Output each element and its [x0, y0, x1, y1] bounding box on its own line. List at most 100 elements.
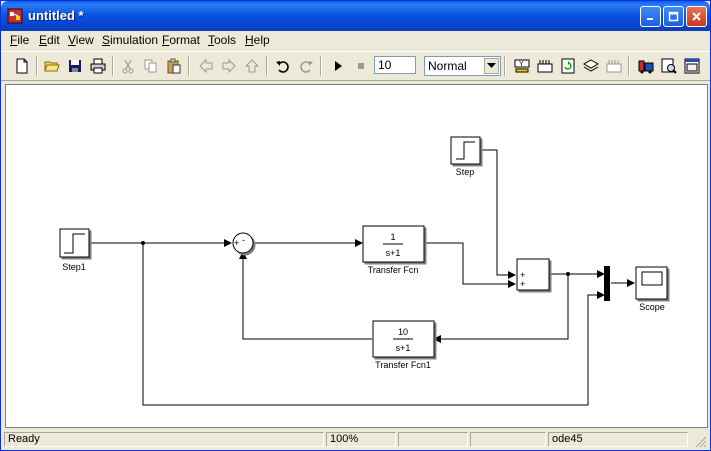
simulation-mode-value: Normal	[428, 59, 467, 73]
maximize-button[interactable]	[663, 6, 684, 27]
arrow-right-icon	[222, 58, 236, 74]
toolbar-separator	[504, 56, 506, 76]
layers-icon	[583, 59, 599, 72]
printer-icon	[90, 58, 106, 74]
chevron-down-icon[interactable]	[484, 58, 499, 74]
toolbar-separator	[112, 56, 114, 76]
toolbar-separator	[36, 56, 38, 76]
simulation-mode-select[interactable]: Normal	[424, 56, 501, 76]
status-ready: Ready	[4, 432, 324, 447]
start-simulation-button[interactable]	[328, 56, 348, 76]
paste-icon	[167, 58, 181, 74]
mux-block[interactable]	[604, 266, 610, 301]
branch-point	[141, 241, 145, 245]
debug-button[interactable]	[604, 56, 624, 76]
window-title: untitled *	[28, 8, 84, 23]
transfer-fcn-block[interactable]: 1 s+1 Transfer Fcn	[362, 225, 425, 275]
build-button[interactable]: Y	[512, 56, 532, 76]
signal-tf-to-sum2[interactable]	[424, 242, 516, 288]
properties-icon	[684, 58, 700, 74]
menu-help[interactable]: Help	[245, 33, 270, 47]
maximize-icon	[668, 11, 679, 22]
library-browser-button[interactable]	[636, 56, 656, 76]
scope-block[interactable]: Scope	[635, 266, 668, 312]
print-button[interactable]	[88, 56, 108, 76]
step1-label: Step1	[62, 262, 86, 272]
up-button[interactable]	[242, 56, 262, 76]
scope-label: Scope	[639, 302, 665, 312]
minimize-button[interactable]	[640, 6, 661, 27]
block-diagram: Step Step1 + - 1 s+1 Transfer Fcn + + Sc…	[59, 136, 668, 406]
close-button[interactable]	[686, 6, 707, 27]
copy-button[interactable]	[141, 56, 161, 76]
minimize-icon	[647, 18, 653, 20]
step-block[interactable]: Step	[450, 136, 481, 177]
sum1-plus-sign: +	[234, 238, 239, 248]
sum1-minus-sign: -	[242, 235, 245, 245]
title-bar[interactable]: untitled *	[1, 1, 710, 31]
refresh-icon	[561, 58, 575, 74]
transfer-fcn1-numerator: 10	[398, 327, 408, 337]
step-label: Step	[456, 167, 475, 177]
properties-button[interactable]	[682, 56, 702, 76]
signal-lines	[89, 149, 635, 406]
toolbar-separator	[320, 56, 322, 76]
open-model-button[interactable]	[42, 56, 62, 76]
menu-file[interactable]: File	[10, 33, 29, 47]
model-canvas[interactable]: Step Step1 + - 1 s+1 Transfer Fcn + + Sc…	[5, 84, 708, 428]
open-folder-icon	[44, 61, 60, 72]
undo-icon	[276, 61, 289, 73]
play-icon	[335, 61, 342, 71]
menu-bar: File Edit View Simulation Format Tools H…	[1, 31, 710, 50]
library-browser-icon	[638, 60, 654, 74]
signal-step-to-sum2[interactable]	[480, 149, 516, 279]
cut-button[interactable]	[118, 56, 138, 76]
menu-tools[interactable]: Tools	[208, 33, 236, 47]
debug-icon	[606, 60, 622, 73]
scissors-icon	[122, 59, 134, 74]
transfer-fcn-numerator: 1	[390, 232, 395, 242]
signal-tf1-to-sum1[interactable]	[239, 251, 372, 340]
back-button[interactable]	[196, 56, 216, 76]
simulink-app-icon	[7, 8, 23, 24]
svg-text:Y: Y	[519, 61, 524, 68]
menu-view[interactable]: View	[68, 33, 94, 47]
toolbar-separator	[188, 56, 190, 76]
transfer-fcn1-denominator: s+1	[396, 343, 411, 353]
toolbar-separator	[628, 56, 630, 76]
status-panel-empty	[470, 432, 546, 447]
update-diagram-button[interactable]	[535, 56, 555, 76]
model-explorer-button[interactable]	[659, 56, 679, 76]
transfer-fcn1-block[interactable]: 10 s+1 Transfer Fcn1	[372, 320, 435, 370]
toolbar-separator	[266, 56, 268, 76]
menu-simulation[interactable]: Simulation	[102, 33, 158, 47]
new-file-icon	[16, 58, 28, 74]
paste-button[interactable]	[164, 56, 184, 76]
status-zoom: 100%	[326, 432, 396, 447]
resize-grip-icon[interactable]	[695, 436, 707, 448]
stop-simulation-button[interactable]	[351, 56, 371, 76]
sum2-block[interactable]: + +	[516, 258, 550, 291]
sum1-block[interactable]: + -	[232, 232, 254, 254]
forward-button[interactable]	[219, 56, 239, 76]
transfer-fcn-label: Transfer Fcn	[368, 265, 419, 275]
layers-button[interactable]	[581, 56, 601, 76]
model-explorer-icon	[661, 58, 677, 74]
stop-time-input[interactable]	[374, 56, 416, 74]
sum2-plus-sign-2: +	[520, 279, 525, 289]
save-model-button[interactable]	[65, 56, 85, 76]
menu-format[interactable]: Format	[162, 33, 200, 47]
new-model-button[interactable]	[12, 56, 32, 76]
simulink-window: untitled * File Edit View Simulation For…	[0, 0, 711, 451]
arrow-left-icon	[199, 58, 213, 74]
close-icon	[692, 12, 701, 21]
arrow-up-icon	[244, 59, 260, 73]
undo-button[interactable]	[273, 56, 293, 76]
refresh-button[interactable]	[558, 56, 578, 76]
menu-edit[interactable]: Edit	[39, 33, 60, 47]
stop-icon	[358, 63, 364, 69]
branch-point	[566, 272, 570, 276]
redo-button[interactable]	[296, 56, 316, 76]
step1-block[interactable]: Step1	[59, 228, 90, 272]
status-bar: Ready 100% ode45	[1, 430, 710, 450]
